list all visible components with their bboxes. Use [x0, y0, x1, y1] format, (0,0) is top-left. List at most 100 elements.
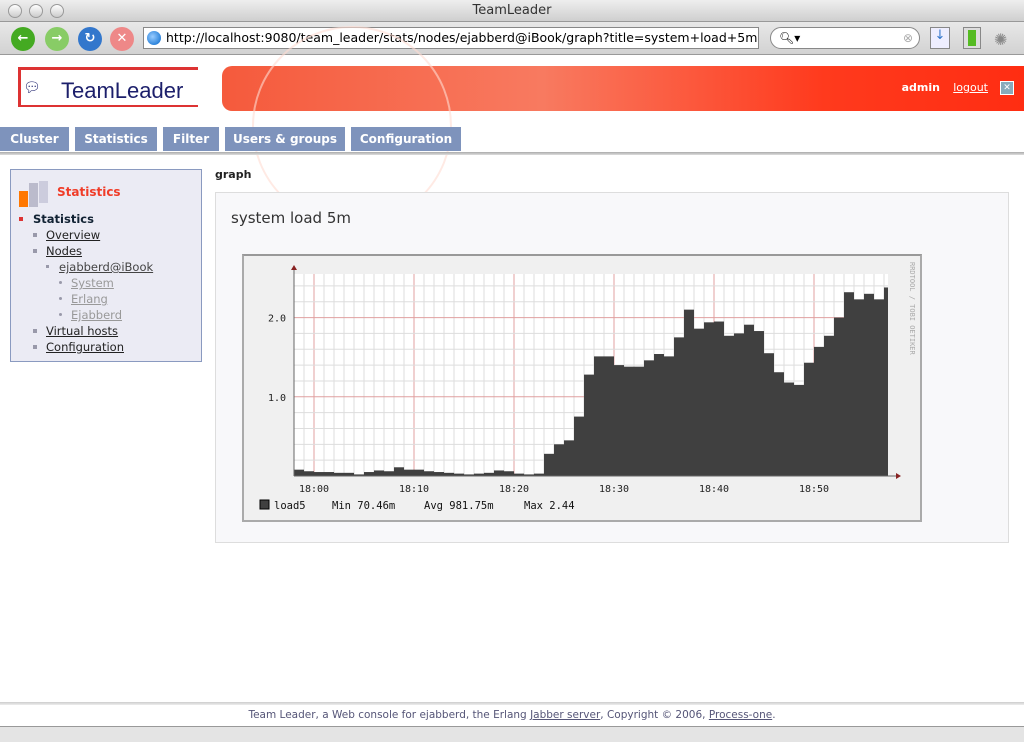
data-bar [884, 287, 888, 476]
data-bar [564, 440, 574, 476]
data-bar [624, 366, 634, 476]
data-bar [854, 299, 864, 476]
sidebar-item-ejabberd[interactable]: Ejabberd [71, 308, 122, 322]
data-bar [574, 416, 584, 476]
y-axis-arrow [291, 265, 297, 270]
bullet-icon [59, 313, 62, 316]
x-tick-label: 18:40 [699, 484, 729, 495]
logout-link[interactable]: logout [953, 81, 988, 94]
tab-configuration[interactable]: Configuration [351, 127, 461, 151]
sidebar-title: Statistics [57, 185, 121, 199]
status-bar [0, 726, 1024, 742]
data-bar [794, 384, 804, 476]
bullet-icon [46, 265, 49, 268]
sidebar-item-system[interactable]: System [71, 276, 114, 290]
legend-max: Max 2.44 [524, 500, 575, 512]
data-bar [714, 321, 724, 476]
legend-series: load5 [274, 500, 306, 512]
bar-chart-icon [19, 181, 48, 207]
data-bar [384, 471, 394, 476]
sidebar-item-statistics[interactable]: Statistics [33, 212, 94, 226]
sidebar-item-nodes[interactable]: Nodes [46, 244, 82, 258]
footer-end: . [772, 709, 776, 721]
bullet-icon [33, 249, 37, 253]
data-bar [664, 356, 674, 476]
data-bar [864, 293, 874, 476]
reload-icon[interactable]: ↻ [78, 27, 102, 51]
data-bar [834, 317, 844, 476]
data-bar [634, 366, 644, 476]
data-bar [504, 471, 514, 476]
graph-title: system load 5m [231, 209, 351, 227]
stop-icon[interactable]: ✕ [110, 27, 134, 51]
tab-divider [0, 152, 1024, 155]
data-bar [364, 472, 374, 476]
data-bar [674, 337, 684, 476]
data-bar [874, 299, 884, 476]
data-bar [594, 356, 604, 476]
data-bar [774, 372, 784, 476]
sidebar-item-virtual-hosts[interactable]: Virtual hosts [46, 324, 118, 338]
back-icon[interactable]: ← [11, 27, 35, 51]
forward-icon[interactable]: → [45, 27, 69, 51]
minimize-window-button[interactable] [29, 4, 43, 18]
data-bar [404, 469, 414, 476]
data-bar [554, 444, 564, 476]
footer-divider [0, 702, 1024, 705]
data-bar [314, 472, 324, 476]
x-tick-label: 18:10 [399, 484, 429, 495]
load-chart: 18:00 18:10 18:20 18:30 18:40 18:50 1.0 2.0 load… [259, 262, 916, 512]
data-bar [414, 469, 424, 476]
tab-cluster[interactable]: Cluster [0, 127, 69, 151]
jabber-server-link[interactable]: Jabber server [530, 709, 600, 721]
data-bar [784, 382, 794, 476]
close-window-button[interactable] [8, 4, 22, 18]
bullet-icon [33, 345, 37, 349]
tab-filter[interactable]: Filter [163, 127, 219, 151]
bullet-icon [33, 329, 37, 333]
y-tick-label: 2.0 [268, 314, 286, 325]
data-bar [684, 309, 694, 476]
y-tick-label: 1.0 [268, 393, 286, 404]
clear-search-icon[interactable]: ⊗ [903, 28, 913, 48]
window-titlebar: TeamLeader [0, 0, 1024, 22]
footer-copyright: , Copyright © 2006, [600, 709, 709, 721]
sidebar-item-configuration[interactable]: Configuration [46, 340, 124, 354]
data-bar [814, 346, 824, 476]
search-icon: 🔍︎▾ [779, 31, 801, 45]
chat-bubbles-icon: 💬︎ [23, 80, 41, 96]
tab-statistics[interactable]: Statistics [75, 127, 157, 151]
zoom-window-button[interactable] [50, 4, 64, 18]
sidebar-item-overview[interactable]: Overview [46, 228, 100, 242]
bullet-icon [59, 297, 62, 300]
bullet-icon [59, 281, 62, 284]
data-bar [394, 467, 404, 476]
data-bar [654, 354, 664, 476]
header-banner: admin logout ✕ [222, 26, 1024, 226]
data-bar [724, 335, 734, 476]
graph-panel: system load 5m 18:00 18:10 18:20 18:30 18:40… [215, 192, 1009, 543]
tab-users-groups[interactable]: Users & groups [225, 127, 345, 151]
data-bar [734, 333, 744, 476]
data-bar [644, 360, 654, 476]
data-bar [324, 472, 334, 476]
download-icon[interactable]: ↓ [930, 27, 950, 49]
data-bar [804, 362, 814, 476]
x-tick-label: 18:00 [299, 484, 329, 495]
bookmark-icon[interactable] [963, 27, 981, 49]
close-icon[interactable]: ✕ [1000, 81, 1014, 95]
sidebar-item-erlang[interactable]: Erlang [71, 292, 108, 306]
legend-avg: Avg 981.75m [424, 500, 494, 512]
bullet-icon [19, 217, 23, 221]
process-one-link[interactable]: Process-one [709, 709, 772, 721]
data-bar [824, 335, 834, 476]
data-bar [744, 324, 754, 476]
sidebar-item-ejabberd-ibook[interactable]: ejabberd@iBook [59, 260, 153, 274]
data-bar [604, 356, 614, 476]
url-input[interactable]: http://localhost:9080/team_leader/stats/… [143, 27, 759, 49]
username: admin [901, 81, 940, 94]
bullet-icon [33, 233, 37, 237]
teamleader-logo[interactable]: 💬︎ TeamLeader [18, 67, 198, 107]
search-input[interactable]: 🔍︎▾ ⊗ [770, 27, 920, 49]
globe-icon [147, 31, 161, 45]
